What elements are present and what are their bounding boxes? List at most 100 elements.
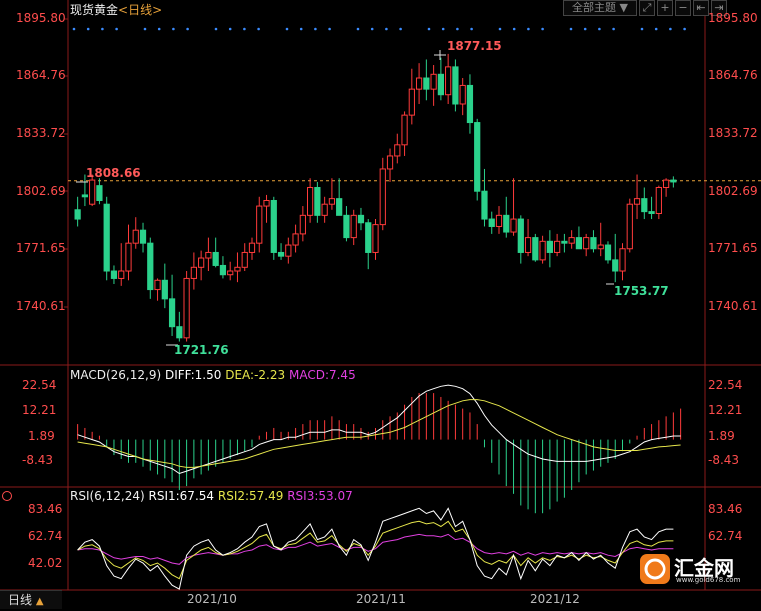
zoom-out-icon[interactable]: −	[675, 0, 691, 16]
settings-dot-icon[interactable]	[2, 491, 12, 501]
marker-dot	[157, 27, 161, 31]
candle-body	[299, 214, 306, 235]
candle-body	[125, 242, 132, 272]
marker-dot	[385, 27, 388, 31]
candle-body	[81, 194, 89, 198]
candle-body	[670, 179, 677, 183]
candle-body	[604, 244, 612, 261]
candle-body	[96, 185, 103, 201]
candle-body	[205, 251, 212, 259]
candle-body	[408, 88, 415, 116]
price-tick-left: 1833.72	[16, 126, 66, 140]
rsi2-value: RSI2:57.49	[217, 489, 284, 503]
candle-body	[452, 66, 459, 105]
candle-body	[292, 233, 299, 246]
marker-dot	[512, 27, 516, 31]
period-next-arrow[interactable]: >	[152, 3, 162, 17]
marker-dot	[456, 27, 459, 31]
candle-body	[554, 240, 561, 253]
candle-body	[415, 77, 423, 90]
rsi2-line	[77, 520, 674, 580]
macd-dea-value: DEA:-2.23	[225, 368, 286, 382]
candle-body	[488, 218, 495, 227]
caret-up-icon: ▲	[35, 596, 44, 607]
theme-select-button[interactable]: 全部主题 ▼	[563, 0, 637, 16]
low-label: 1721.76	[174, 343, 229, 357]
candle-body	[379, 168, 386, 226]
marker-dot	[470, 27, 473, 31]
candle-body	[517, 218, 524, 253]
zoom-in-icon[interactable]: +	[657, 0, 673, 16]
candle-body	[459, 84, 466, 105]
candle-body	[445, 66, 452, 96]
marker-dot	[143, 27, 147, 31]
date-tick: 2021/11	[356, 592, 406, 606]
candle-body	[568, 237, 575, 244]
candle-body	[583, 237, 590, 250]
marker-dot	[640, 27, 644, 31]
candle-body	[503, 214, 510, 233]
candle-body	[343, 214, 350, 239]
marker-dot	[115, 27, 118, 31]
marker-dot	[214, 27, 218, 31]
candle-body	[147, 242, 154, 291]
candle-body	[227, 270, 234, 276]
marker-dot	[583, 27, 587, 31]
period-prev-arrow[interactable]: <	[118, 3, 128, 17]
footer-period-label: 日线	[8, 593, 33, 607]
instrument-name: 现货黄金	[70, 3, 119, 17]
rsi-tick-right: 83.46	[708, 502, 743, 516]
theme-label: 全部主题	[572, 1, 617, 14]
marker-dot	[72, 27, 76, 31]
candle-body	[474, 122, 481, 192]
macd-title: MACD(26,12,9) DIFF:1.50 DEA:-2.23 MACD:7…	[70, 368, 356, 382]
date-tick: 2021/12	[530, 592, 580, 606]
candle-body	[118, 270, 125, 279]
candle-body	[314, 187, 321, 216]
period-label[interactable]: 日线	[128, 3, 152, 17]
macd-diff-value: DIFF:1.50	[164, 368, 222, 382]
macd-tick-left: 12.21	[22, 403, 57, 417]
chart-stage: 现货黄金<日线> 全部主题 ▼ ⤢ + − ⇤ ⇥ 1895.80 1864.7…	[0, 0, 761, 609]
candle-body	[365, 222, 372, 253]
rsi-tick-left: 62.74	[28, 529, 63, 543]
candle-body	[532, 237, 539, 261]
expand-icon[interactable]: ⤢	[639, 0, 655, 16]
candle-body	[401, 114, 408, 146]
price-tick-right: 1740.61	[708, 299, 758, 313]
rsi3-line	[77, 533, 674, 565]
marker-dot	[328, 27, 331, 31]
chevron-down-icon: ▼	[619, 1, 628, 14]
marker-dot	[172, 27, 175, 31]
marker-dot	[86, 27, 90, 31]
candle-body	[190, 266, 197, 279]
candle-body	[546, 240, 553, 253]
macd-tick-left: 22.54	[22, 378, 57, 392]
rsi-tick-right: 62.74	[708, 529, 743, 543]
rsi-title: RSI(6,12,24) RSI1:67.54 RSI2:57.49 RSI3:…	[70, 489, 353, 503]
candle-body	[662, 179, 670, 189]
marker-dot	[186, 27, 189, 31]
candle-body	[89, 179, 96, 205]
marker-dot	[370, 27, 374, 31]
candle-body	[110, 270, 118, 279]
marker-dot	[243, 27, 246, 31]
marker-dot	[314, 27, 317, 31]
candle-body	[74, 209, 81, 220]
price-tick-right: 1833.72	[708, 126, 758, 140]
candle-body	[139, 229, 147, 244]
footer-period-button[interactable]: 日线 ▲	[0, 590, 62, 609]
high-label: 1877.15	[447, 39, 502, 53]
prev-icon[interactable]: ⇤	[693, 0, 709, 16]
marker-dot	[498, 27, 502, 31]
marker-dot	[228, 27, 232, 31]
marker-dot	[285, 27, 289, 31]
candle-body	[597, 244, 604, 250]
rsi1-value: RSI1:67.54	[148, 489, 215, 503]
candle-body	[183, 277, 190, 339]
price-tick-left: 1802.69	[16, 184, 66, 198]
candle-body	[103, 203, 110, 272]
candle-body	[386, 155, 394, 170]
macd-tick-right: 22.54	[708, 378, 743, 392]
price-tick-right: 1771.65	[708, 241, 758, 255]
